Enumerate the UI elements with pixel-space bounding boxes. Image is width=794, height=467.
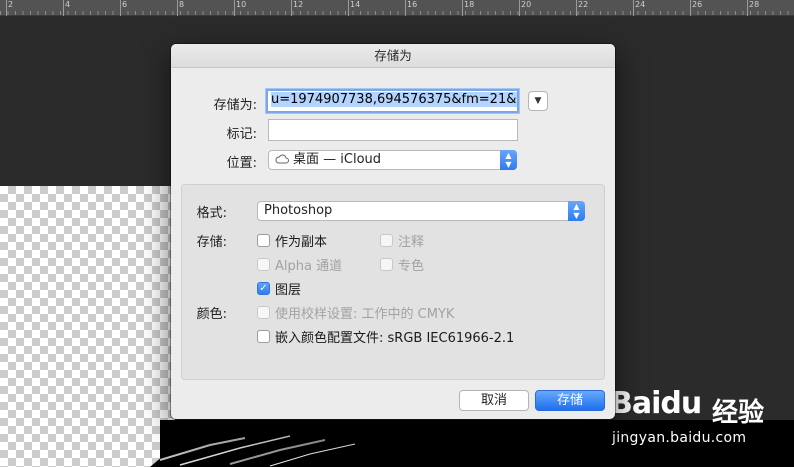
cancel-button[interactable]: 取消: [459, 390, 529, 411]
horizontal-ruler: 24681012141618202224262830: [0, 0, 794, 16]
checkbox-box: [257, 258, 270, 271]
save-as-dialog: 存储为 存储为: u=1974907738,694576375&fm=21&g …: [171, 44, 615, 419]
checkbox-spot-colors: 专色: [380, 255, 424, 274]
checkbox-box: [380, 234, 393, 247]
options-panel: 格式: Photoshop ▲ ▼ 存储: 作为副本 注释 Alpha 通道 专色…: [181, 184, 605, 380]
chevron-down-icon: ▼: [534, 96, 542, 106]
ruler-major-tick: [747, 0, 748, 16]
checkbox-as-copy[interactable]: 作为副本: [257, 231, 327, 250]
updown-arrows-icon: ▲ ▼: [568, 201, 585, 221]
checkbox-box[interactable]: [257, 234, 270, 247]
dialog-title: 存储为: [171, 44, 615, 68]
checkbox-notes: 注释: [380, 231, 424, 250]
watermark-brand-cn: 经验: [712, 398, 765, 428]
save-button[interactable]: 存储: [535, 390, 605, 411]
filename-selected-text: u=1974907738,694576375&fm=21&g: [271, 92, 517, 107]
checkbox-box: [380, 258, 393, 271]
tags-input[interactable]: [268, 119, 518, 141]
baidu-jingyan-watermark: Baidu 经验 jingyan.baidu.com: [596, 378, 794, 467]
checkmark-icon: ✓: [259, 283, 268, 294]
ruler-number: 24: [635, 0, 646, 9]
ruler-major-tick: [462, 0, 463, 16]
transparent-canvas-area: [0, 186, 175, 467]
format-select[interactable]: Photoshop ▲ ▼: [257, 201, 585, 221]
ruler-number: 26: [692, 0, 703, 9]
save-as-label: 存储为:: [213, 98, 257, 113]
ruler-number: 10: [236, 0, 247, 9]
ruler-number: 6: [122, 0, 128, 9]
checkbox-layers[interactable]: ✓ 图层: [257, 279, 301, 298]
watermark-url: jingyan.baidu.com: [612, 430, 747, 446]
ruler-number: 28: [749, 0, 760, 9]
ruler-number: 18: [464, 0, 475, 9]
ruler-major-tick: [120, 0, 121, 16]
ruler-major-tick: [519, 0, 520, 16]
ruler-number: 16: [407, 0, 418, 9]
format-label: 格式:: [196, 206, 227, 221]
updown-arrows-icon: ▲ ▼: [500, 150, 517, 170]
ruler-major-tick: [348, 0, 349, 16]
color-label: 颜色:: [196, 307, 227, 322]
ruler-number: 8: [179, 0, 185, 9]
filename-input[interactable]: u=1974907738,694576375&fm=21&g: [266, 89, 519, 113]
checkbox-embed-color-profile[interactable]: 嵌入颜色配置文件: sRGB IEC61966-2.1: [257, 327, 514, 346]
ruler-major-tick: [633, 0, 634, 16]
checkbox-use-proof-setup: 使用校样设置: 工作中的 CMYK: [257, 303, 454, 322]
watermark-brand: Baidu: [610, 386, 702, 421]
location-select[interactable]: 桌面 — iCloud ▲ ▼: [268, 150, 517, 170]
format-value: Photoshop: [264, 203, 333, 218]
ruler-major-tick: [576, 0, 577, 16]
ruler-number: 20: [521, 0, 532, 9]
checkbox-box-checked[interactable]: ✓: [257, 282, 270, 295]
location-value: 桌面 — iCloud: [293, 152, 382, 167]
checkbox-alpha-channels: Alpha 通道: [257, 255, 342, 274]
ruler-major-tick: [690, 0, 691, 16]
checkbox-box[interactable]: [257, 330, 270, 343]
ruler-number: 4: [65, 0, 71, 9]
ruler-number: 2: [8, 0, 14, 9]
checkbox-box: [257, 306, 270, 319]
icloud-icon: [275, 154, 289, 164]
ruler-number: 14: [350, 0, 361, 9]
ruler-major-tick: [291, 0, 292, 16]
tags-label: 标记:: [226, 127, 257, 142]
ruler-major-tick: [63, 0, 64, 16]
ruler-number: 12: [293, 0, 304, 9]
ruler-major-tick: [177, 0, 178, 16]
expand-dialog-button[interactable]: ▼: [528, 91, 548, 111]
save-options-label: 存储:: [196, 235, 227, 250]
ruler-major-tick: [405, 0, 406, 16]
location-label: 位置:: [226, 156, 257, 171]
ruler-major-tick: [6, 0, 7, 16]
ruler-number: 22: [578, 0, 589, 9]
ruler-major-tick: [234, 0, 235, 16]
